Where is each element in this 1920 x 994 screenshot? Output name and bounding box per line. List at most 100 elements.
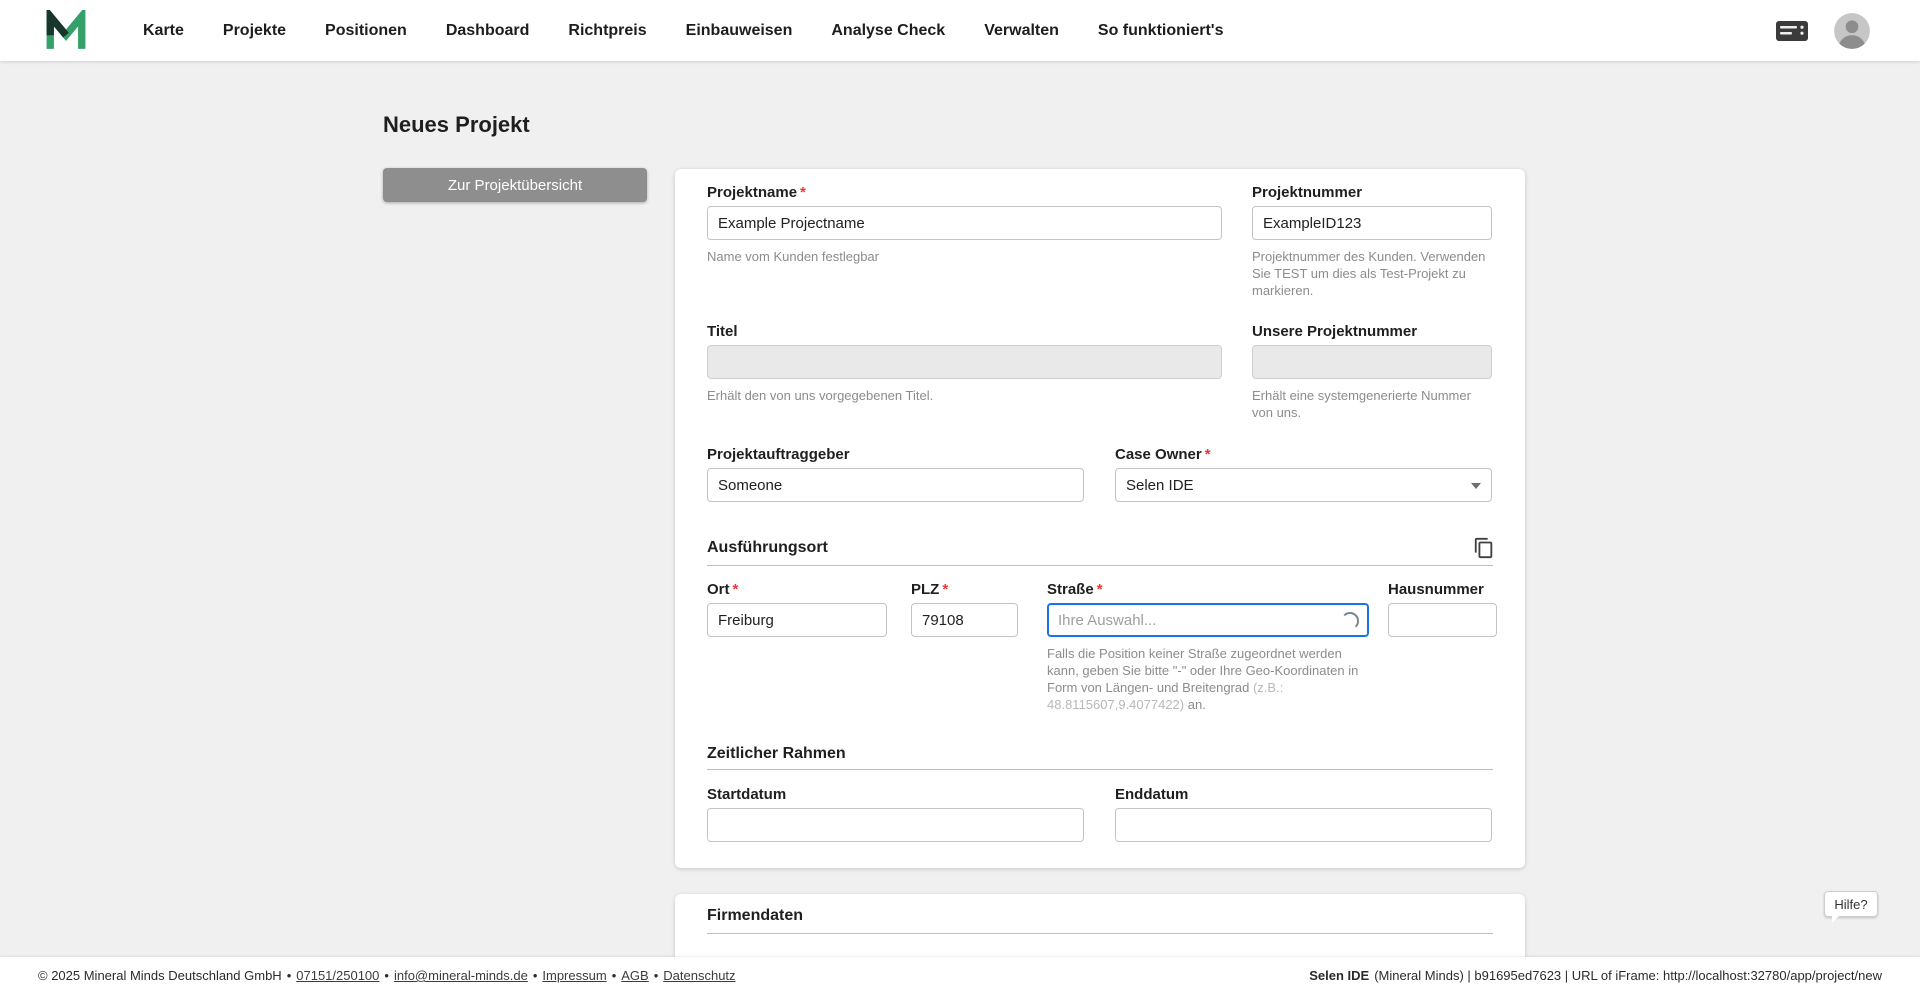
footer: © 2025 Mineral Minds Deutschland GmbH • … [0,957,1920,994]
ort-label-text: Ort [707,581,730,598]
titel-helper: Erhält den von uns vorgegebenen Titel. [707,387,1222,404]
field-plz: PLZ* [911,581,1018,637]
user-avatar[interactable] [1834,13,1870,49]
field-strasse: Straße* Falls die Position keiner Straße… [1047,581,1369,713]
strasse-helper: Falls die Position keiner Straße zugeord… [1047,645,1377,713]
projektnummer-helper: Projektnummer des Kunden. Verwenden Sie … [1252,248,1495,299]
back-to-project-overview-button[interactable]: Zur Projektübersicht [383,168,647,202]
footer-link-phone[interactable]: 07151/250100 [296,968,379,983]
unsere-projektnummer-helper: Erhält eine systemgenerierte Nummer von … [1252,387,1495,421]
nav-richtpreis[interactable]: Richtpreis [568,22,646,40]
separator-dot: • [384,968,389,983]
nav-dashboard[interactable]: Dashboard [446,22,530,40]
projektauftraggeber-input[interactable] [707,468,1084,502]
help-button[interactable]: Hilfe? [1824,891,1878,917]
startdatum-input[interactable] [707,808,1084,842]
required-marker: * [733,581,739,598]
nav-einbauweisen[interactable]: Einbauweisen [686,22,793,40]
required-marker: * [1097,581,1103,598]
ort-label: Ort* [707,581,887,599]
projektnummer-label-text: Projektnummer [1252,184,1362,201]
projektnummer-label: Projektnummer [1252,184,1495,202]
nav-projekte[interactable]: Projekte [223,22,286,40]
section-zeitlicher-rahmen: Zeitlicher Rahmen [707,741,1495,767]
plz-input[interactable] [911,603,1018,637]
copy-icon[interactable] [1473,537,1495,559]
strasse-input[interactable] [1047,603,1369,637]
section-divider [707,769,1493,770]
section-ausfuehrungsort-title: Ausführungsort [707,539,828,557]
case-owner-select[interactable]: Selen IDE [1115,468,1492,502]
plz-label-text: PLZ [911,581,939,598]
projektname-input[interactable] [707,206,1222,240]
copyright-text: © 2025 Mineral Minds Deutschland GmbH [38,968,282,983]
strasse-helper-text: Falls die Position keiner Straße zugeord… [1047,646,1358,695]
nav-positionen[interactable]: Positionen [325,22,407,40]
nav-karte[interactable]: Karte [143,22,184,40]
section-ausfuehrungsort: Ausführungsort [707,535,1495,561]
chevron-down-icon [1471,483,1481,489]
unsere-projektnummer-label-text: Unsere Projektnummer [1252,323,1417,340]
titel-label: Titel [707,323,1222,341]
field-projektauftraggeber: Projektauftraggeber [707,446,1084,502]
plz-label: PLZ* [911,581,1018,599]
separator-dot: • [533,968,538,983]
footer-link-impressum[interactable]: Impressum [542,968,606,983]
unsere-projektnummer-input [1252,345,1492,379]
strasse-label: Straße* [1047,581,1369,599]
person-icon [1834,13,1870,49]
enddatum-label-text: Enddatum [1115,786,1188,803]
field-enddatum: Enddatum [1115,786,1492,842]
projektname-label-text: Projektname [707,184,797,201]
nav-verwalten[interactable]: Verwalten [984,22,1059,40]
startdatum-label: Startdatum [707,786,1084,804]
field-unsere-projektnummer: Unsere Projektnummer Erhält eine systemg… [1252,323,1495,421]
loading-spinner-icon [1341,612,1359,630]
footer-session-details: (Mineral Minds) | b91695ed7623 | URL of … [1374,968,1882,983]
case-owner-label: Case Owner* [1115,446,1492,464]
section-divider [707,565,1493,566]
projektnummer-input[interactable] [1252,206,1492,240]
field-hausnummer: Hausnummer [1388,581,1497,637]
footer-user-name: Selen IDE [1309,968,1369,983]
nav-analyse-check[interactable]: Analyse Check [831,22,945,40]
separator-dot: • [287,968,292,983]
case-owner-label-text: Case Owner [1115,446,1202,463]
projektauftraggeber-label-text: Projektauftraggeber [707,446,850,463]
case-owner-selected-value: Selen IDE [1126,477,1194,494]
field-titel: Titel Erhält den von uns vorgegebenen Ti… [707,323,1222,404]
footer-link-datenschutz[interactable]: Datenschutz [663,968,735,983]
brand-logo[interactable] [45,10,87,52]
section-firmendaten-title: Firmendaten [707,907,803,925]
field-startdatum: Startdatum [707,786,1084,842]
section-divider [707,933,1493,934]
titel-input [707,345,1222,379]
server-icon[interactable] [1775,19,1809,43]
separator-dot: • [654,968,659,983]
field-case-owner: Case Owner* Selen IDE [1115,446,1492,502]
field-projektname: Projektname* Name vom Kunden festlegbar [707,184,1222,265]
required-marker: * [1205,446,1211,463]
strasse-helper-suffix: an. [1184,697,1206,712]
projektname-helper: Name vom Kunden festlegbar [707,248,1222,265]
footer-link-agb[interactable]: AGB [621,968,648,983]
footer-left: © 2025 Mineral Minds Deutschland GmbH • … [38,968,736,983]
nav-so-funktionierts[interactable]: So funktioniert's [1098,22,1224,40]
main-nav: Karte Projekte Positionen Dashboard Rich… [143,22,1224,40]
mineral-minds-logo-icon [45,10,87,52]
projektauftraggeber-label: Projektauftraggeber [707,446,1084,464]
startdatum-label-text: Startdatum [707,786,786,803]
top-navbar: Karte Projekte Positionen Dashboard Rich… [0,0,1920,61]
footer-session-info: Selen IDE (Mineral Minds) | b91695ed7623… [1309,968,1882,983]
required-marker: * [942,581,948,598]
footer-link-email[interactable]: info@mineral-minds.de [394,968,528,983]
navbar-right-actions [1775,13,1870,49]
separator-dot: • [612,968,617,983]
enddatum-input[interactable] [1115,808,1492,842]
enddatum-label: Enddatum [1115,786,1492,804]
page-title: Neues Projekt [383,112,530,138]
hausnummer-input[interactable] [1388,603,1497,637]
titel-label-text: Titel [707,323,738,340]
hausnummer-label: Hausnummer [1388,581,1497,599]
ort-input[interactable] [707,603,887,637]
